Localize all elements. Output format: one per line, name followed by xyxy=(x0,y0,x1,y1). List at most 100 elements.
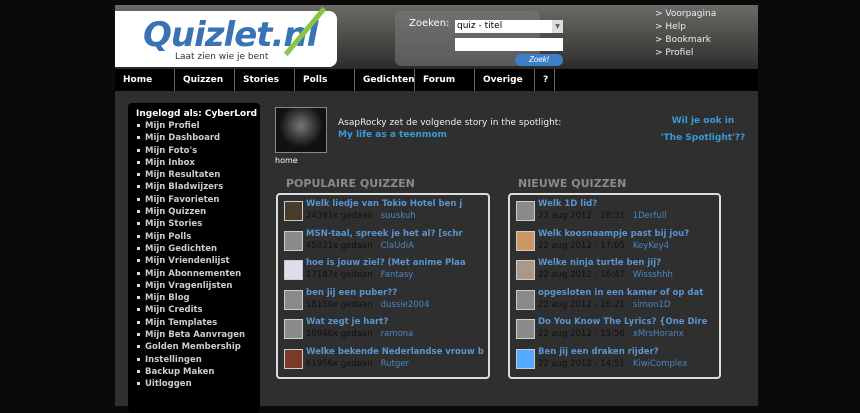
quiz-author-link[interactable]: KeyKey4 xyxy=(633,241,669,251)
avatar[interactable] xyxy=(516,230,535,251)
quiz-meta: 22 aug 2012 - 14:51 KiwiComplex xyxy=(538,359,719,369)
link-help[interactable]: > Help xyxy=(655,21,716,34)
link-bookmark[interactable]: > Bookmark xyxy=(655,34,716,47)
sidebar-item[interactable]: Mijn Polls xyxy=(136,232,260,244)
quiz-meta: 61956x gedaan Rutger xyxy=(306,359,488,369)
quiz-author-link[interactable]: ClaUdiA xyxy=(381,241,414,251)
quiz-stat: 61956x gedaan xyxy=(306,358,373,369)
quiz-item: Wat zegt je hart? 10940x gedaan ramona xyxy=(282,317,488,347)
sidebar-item[interactable]: Mijn Foto's xyxy=(136,146,260,158)
nav-stories[interactable]: Stories xyxy=(235,69,295,91)
logged-in-as: Ingelogd als: CyberLord xyxy=(136,109,258,119)
search-type-select[interactable]: quiz - titel ▼ xyxy=(455,20,563,33)
search-button[interactable]: Zoek! xyxy=(515,54,563,66)
avatar[interactable] xyxy=(284,348,303,369)
spotlight-avatar[interactable] xyxy=(275,107,327,153)
quiz-title-link[interactable]: Welk koosnaampje past bij jou? xyxy=(538,229,716,239)
logo[interactable]: Quizlet.nl Laat zien wie je bent xyxy=(115,6,337,67)
quiz-item: MSN-taal, spreek je het al? [schr 45031x … xyxy=(282,229,488,259)
sidebar-item[interactable]: Mijn Favorieten xyxy=(136,195,260,207)
quiz-author-link[interactable]: Wissshhh xyxy=(633,270,673,280)
quiz-author-link[interactable]: 1Derfull xyxy=(633,211,667,221)
sidebar-item[interactable]: Mijn Beta Aanvragen xyxy=(136,330,260,342)
sidebar-item[interactable]: Mijn Profiel xyxy=(136,121,260,133)
quiz-item: Welke bekende Nederlandse vrouw b 61956x … xyxy=(282,347,488,377)
quiz-title-link[interactable]: Ben jij een draken rijder? xyxy=(538,347,716,357)
sidebar-item[interactable]: Mijn Resultaten xyxy=(136,170,260,182)
quiz-meta: 22 aug 2012 - 17:05 KeyKey4 xyxy=(538,241,719,251)
quiz-author-link[interactable]: KiwiComplex xyxy=(633,359,688,369)
sidebar-item[interactable]: Mijn Stories xyxy=(136,219,260,231)
nav-forum[interactable]: Forum xyxy=(415,69,475,91)
sidebar-item[interactable]: Mijn Vragenlijsten xyxy=(136,281,260,293)
sidebar-item[interactable]: Mijn Gedichten xyxy=(136,244,260,256)
nav-help[interactable]: ? xyxy=(535,69,555,91)
quiz-stat: 10940x gedaan xyxy=(306,329,373,339)
link-voorpagina[interactable]: > Voorpagina xyxy=(655,8,716,21)
avatar[interactable] xyxy=(516,201,535,221)
quiz-title-link[interactable]: Welk 1D lid? xyxy=(538,199,716,209)
avatar[interactable] xyxy=(516,319,535,339)
quiz-title-link[interactable]: hoe is jouw ziel? (Met anime Plaa xyxy=(306,258,484,268)
sidebar-item[interactable]: Instellingen xyxy=(136,355,260,367)
sidebar-item[interactable]: Mijn Abonnementen xyxy=(136,269,260,281)
quiz-author-link[interactable]: ramona xyxy=(381,329,414,339)
search-input[interactable] xyxy=(455,38,563,51)
spotlight-cta[interactable]: Wil je ook in 'The Spotlight'?? xyxy=(653,113,753,147)
quiz-title-link[interactable]: Do You Know The Lyrics? {One Dire xyxy=(538,317,716,327)
quiz-title-link[interactable]: Wat zegt je hart? xyxy=(306,317,484,327)
avatar[interactable] xyxy=(516,260,535,280)
quiz-title-link[interactable]: Welk liedje van Tokio Hotel ben j xyxy=(306,199,484,209)
quiz-title-link[interactable]: Welke ninja turtle ben jij? xyxy=(538,258,716,268)
quiz-author-link[interactable]: dussie2004 xyxy=(381,300,430,310)
sidebar-item[interactable]: Mijn Dashboard xyxy=(136,133,260,145)
cta-line2: 'The Spotlight'?? xyxy=(660,133,746,143)
quiz-title-link[interactable]: MSN-taal, spreek je het al? [schr xyxy=(306,229,484,239)
quiz-meta: 18150x gedaan dussie2004 xyxy=(306,300,488,310)
avatar[interactable] xyxy=(516,289,535,310)
quiz-item: Welk 1D lid? 22 aug 2012 - 18:31 1Derfull xyxy=(514,199,719,229)
avatar[interactable] xyxy=(284,260,303,280)
sidebar-item[interactable]: Mijn Blog xyxy=(136,293,260,305)
sidebar-item[interactable]: Mijn Quizzen xyxy=(136,207,260,219)
sidebar-item[interactable]: Mijn Vriendenlijst xyxy=(136,256,260,268)
avatar[interactable] xyxy=(284,201,303,221)
link-profiel[interactable]: > Profiel xyxy=(655,47,716,60)
chevron-down-icon: ▼ xyxy=(552,20,563,33)
sidebar-item[interactable]: Mijn Credits xyxy=(136,305,260,317)
search-type-value: quiz - titel xyxy=(457,21,503,31)
sidebar-item[interactable]: Golden Membership xyxy=(136,342,260,354)
quiz-author-link[interactable]: suuskuh xyxy=(381,211,416,221)
quiz-author-link[interactable]: Rutger xyxy=(381,359,409,369)
popular-title: POPULAIRE QUIZZEN xyxy=(286,177,415,190)
quiz-author-link[interactable]: simon1D xyxy=(633,300,671,310)
top-links: > Voorpagina > Help > Bookmark > Profiel xyxy=(655,8,716,60)
quiz-author-link[interactable]: xMrsHoranx xyxy=(633,329,684,339)
main-nav: Home Quizzen Stories Polls Gedichten For… xyxy=(115,69,758,91)
quiz-title-link[interactable]: opgesloten in een kamer of op dat xyxy=(538,288,716,298)
avatar[interactable] xyxy=(284,230,303,251)
spotlight-story-link[interactable]: My life as a teenmom xyxy=(338,130,447,140)
quiz-author-link[interactable]: Fantasy xyxy=(381,270,414,280)
nav-home[interactable]: Home xyxy=(115,69,175,91)
quiz-meta: 22 aug 2012 - 15:56 xMrsHoranx xyxy=(538,329,719,339)
nav-quizzen[interactable]: Quizzen xyxy=(175,69,235,91)
quiz-title-link[interactable]: Welke bekende Nederlandse vrouw b xyxy=(306,347,484,357)
page: Quizlet.nl Laat zien wie je bent Zoeken:… xyxy=(115,5,758,413)
avatar[interactable] xyxy=(284,289,303,310)
nav-gedichten[interactable]: Gedichten xyxy=(355,69,415,91)
nav-polls[interactable]: Polls xyxy=(295,69,355,91)
sidebar-item[interactable]: Mijn Bladwijzers xyxy=(136,182,260,194)
avatar[interactable] xyxy=(516,348,535,369)
nav-overige[interactable]: Overige xyxy=(475,69,535,91)
sidebar-item[interactable]: Backup Maken xyxy=(136,367,260,379)
quiz-title-link[interactable]: ben jij een puber?? xyxy=(306,288,484,298)
avatar[interactable] xyxy=(284,319,303,339)
quiz-stat: 18150x gedaan xyxy=(306,299,373,310)
cta-line1: Wil je ook in xyxy=(671,116,735,126)
sidebar-item[interactable]: Mijn Templates xyxy=(136,318,260,330)
quiz-item: ben jij een puber?? 18150x gedaan dussie20… xyxy=(282,288,488,318)
sidebar-item[interactable]: Uitloggen xyxy=(136,379,260,391)
quiz-stat: 22 aug 2012 - 16:21 xyxy=(538,299,625,310)
sidebar-item[interactable]: Mijn Inbox xyxy=(136,158,260,170)
